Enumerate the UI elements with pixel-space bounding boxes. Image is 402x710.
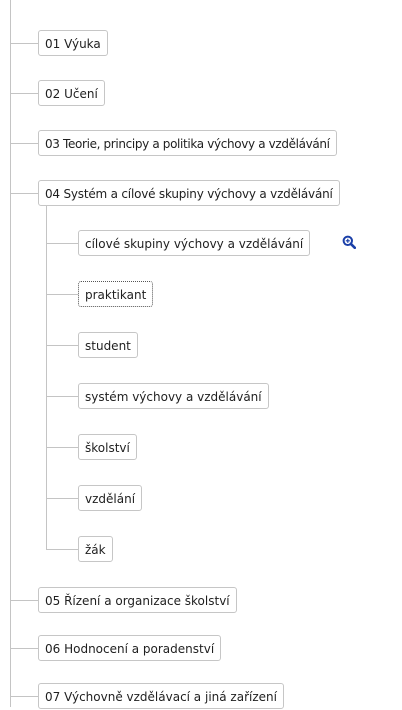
magnifier-zoom-icon[interactable]	[342, 235, 356, 249]
connector-child-4	[46, 396, 78, 397]
tree-child-student[interactable]: student	[78, 332, 138, 358]
tree-child-vzdelani[interactable]: vzdělání	[78, 485, 143, 511]
tree-child-zak[interactable]: žák	[78, 536, 113, 562]
tree-node-04[interactable]: 04 Systém a cílové skupiny výchovy a vzd…	[38, 180, 340, 206]
connector-04	[10, 193, 38, 194]
tree-node-07[interactable]: 07 Výchovně vzdělávací a jiná zařízení	[38, 683, 284, 709]
tree-node-06[interactable]: 06 Hodnocení a poradenství	[38, 635, 222, 661]
connector-03	[10, 143, 38, 144]
connector-01	[10, 43, 38, 44]
connector-02	[10, 93, 38, 94]
connector-child-5	[46, 447, 78, 448]
connector-child-6	[46, 498, 78, 499]
tree-node-05[interactable]: 05 Řízení a organizace školství	[38, 587, 237, 613]
tree-child-system[interactable]: systém výchovy a vzdělávání	[78, 383, 269, 409]
tree-child-cilove-skupiny[interactable]: cílové skupiny výchovy a vzdělávání	[78, 230, 311, 256]
tree-node-02[interactable]: 02 Učení	[38, 80, 105, 106]
connector-child-1	[46, 243, 78, 244]
connector-child-3	[46, 345, 78, 346]
connector-child-7	[46, 549, 78, 550]
tree-node-03[interactable]: 03 Teorie, principy a politika výchovy a…	[38, 130, 337, 156]
connector-07	[10, 696, 38, 697]
tree-node-01[interactable]: 01 Výuka	[38, 30, 108, 56]
tree-child-praktikant[interactable]: praktikant	[78, 281, 154, 307]
tree-child-skolstvi[interactable]: školství	[78, 434, 137, 460]
connector-child-2	[46, 294, 78, 295]
connector-05	[10, 600, 38, 601]
connector-06	[10, 648, 38, 649]
